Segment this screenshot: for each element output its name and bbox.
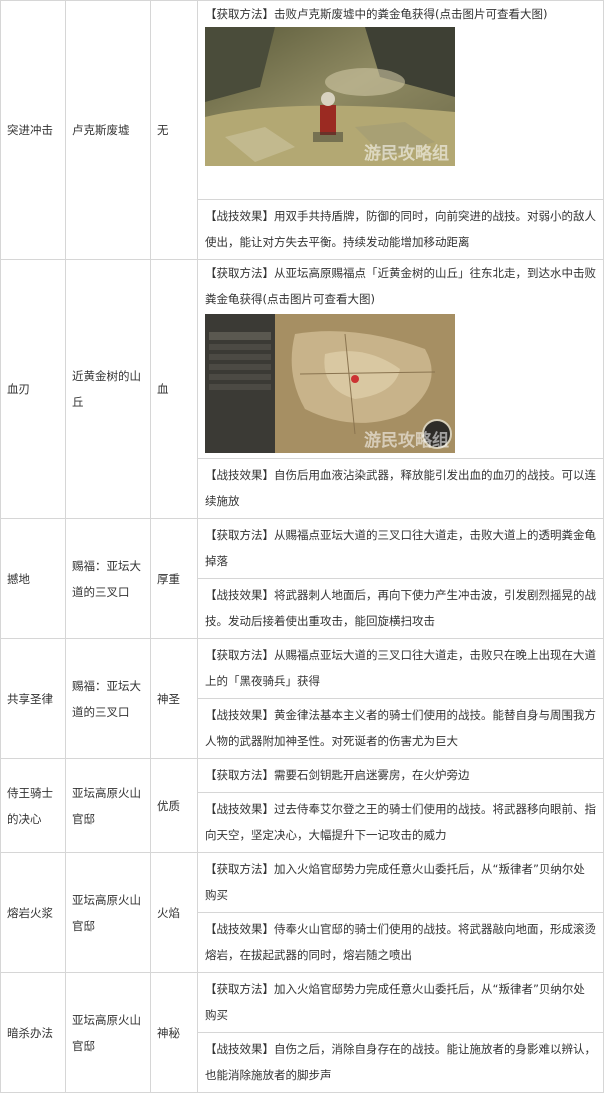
effect-text: 【战技效果】侍奉火山官邸的骑士们使用的战技。将武器敲向地面，形成滚烫熔岩，在拔起… (205, 922, 596, 962)
method-section: 【获取方法】需要石剑钥匙开启迷雾房，在火炉旁边 (198, 759, 603, 793)
method-text: 【获取方法】从赐福点亚坛大道的三叉口往大道走，击败大道上的透明粪金龟掉落 (205, 528, 596, 568)
effect-text: 【战技效果】自伤后用血液沾染武器，释放能引发出血的血刃的战技。可以连续施放 (205, 468, 596, 508)
effect-section: 【战技效果】自伤之后，消除自身存在的战技。能让施放者的身影难以辨认，也能消除施放… (198, 1033, 603, 1092)
skill-detail: 【获取方法】击败卢克斯废墟中的粪金龟获得(点击图片可查看大图) 游民攻略组 【战… (197, 0, 604, 260)
effect-section: 【战技效果】自伤后用血液沾染武器，释放能引发出血的血刃的战技。可以连续施放 (198, 459, 603, 518)
skills-table: 突进冲击 卢克斯废墟 无 【获取方法】击败卢克斯废墟中的粪金龟获得(点击图片可查… (0, 0, 604, 1093)
effect-section: 【战技效果】用双手共持盾牌，防御的同时，向前突进的战技。对弱小的敌人使出，能让对… (198, 200, 603, 259)
skill-detail: 【获取方法】从赐福点亚坛大道的三叉口往大道走，击败只在晚上出现在大道上的「黑夜骑… (197, 638, 604, 759)
skill-detail: 【获取方法】加入火焰官邸势力完成任意火山委托后，从“叛律者”贝纳尔处购买 【战技… (197, 972, 604, 1093)
skill-affinity: 优质 (150, 758, 198, 853)
method-text: 【获取方法】需要石剑钥匙开启迷雾房，在火炉旁边 (205, 768, 470, 782)
skill-name: 暗杀办法 (0, 972, 66, 1093)
method-section: 【获取方法】击败卢克斯废墟中的粪金龟获得(点击图片可查看大图) 游民攻略组 (198, 1, 603, 200)
skill-affinity: 厚重 (150, 518, 198, 639)
skill-detail: 【获取方法】需要石剑钥匙开启迷雾房，在火炉旁边 【战技效果】过去侍奉艾尔登之王的… (197, 758, 604, 853)
skill-affinity: 无 (150, 0, 198, 260)
skill-name: 熔岩火浆 (0, 852, 66, 973)
effect-text: 【战技效果】自伤之后，消除自身存在的战技。能让施放者的身影难以辨认，也能消除施放… (205, 1042, 596, 1082)
skill-location: 亚坛高原火山官邸 (65, 852, 151, 973)
method-text: 【获取方法】加入火焰官邸势力完成任意火山委托后，从“叛律者”贝纳尔处购买 (205, 982, 585, 1022)
effect-text: 【战技效果】将武器刺人地面后，再向下使力产生冲击波，引发剧烈摇晃的战技。发动后接… (205, 588, 596, 628)
skill-detail: 【获取方法】从赐福点亚坛大道的三叉口往大道走，击败大道上的透明粪金龟掉落 【战技… (197, 518, 604, 639)
table-row: 侍王骑士的决心 亚坛高原火山官邸 优质 【获取方法】需要石剑钥匙开启迷雾房，在火… (0, 758, 604, 853)
method-text: 【获取方法】击败卢克斯废墟中的粪金龟获得(点击图片可查看大图) (205, 7, 548, 21)
skill-name: 突进冲击 (0, 0, 66, 260)
skill-affinity: 神圣 (150, 638, 198, 759)
skill-detail: 【获取方法】从亚坛高原赐福点「近黄金树的山丘」往东北走，到达水中击败粪金龟获得(… (197, 259, 604, 519)
effect-text: 【战技效果】黄金律法基本主义者的骑士们使用的战技。能替自身与周围我方人物的武器附… (205, 708, 596, 748)
skill-location: 卢克斯废墟 (65, 0, 151, 260)
skill-name: 血刃 (0, 259, 66, 519)
effect-text: 【战技效果】过去侍奉艾尔登之王的骑士们使用的战技。将武器移向眼前、指向天空，坚定… (205, 802, 596, 842)
map-screenshot[interactable]: 游民攻略组 (205, 314, 455, 453)
method-section: 【获取方法】加入火焰官邸势力完成任意火山委托后，从“叛律者”贝纳尔处购买 (198, 853, 603, 913)
effect-section: 【战技效果】将武器刺人地面后，再向下使力产生冲击波，引发剧烈摇晃的战技。发动后接… (198, 579, 603, 638)
method-section: 【获取方法】从赐福点亚坛大道的三叉口往大道走，击败大道上的透明粪金龟掉落 (198, 519, 603, 579)
skill-location: 赐福：亚坛大道的三叉口 (65, 518, 151, 639)
table-row: 血刃 近黄金树的山丘 血 【获取方法】从亚坛高原赐福点「近黄金树的山丘」往东北走… (0, 259, 604, 519)
method-section: 【获取方法】从亚坛高原赐福点「近黄金树的山丘」往东北走，到达水中击败粪金龟获得(… (198, 260, 603, 459)
method-section: 【获取方法】从赐福点亚坛大道的三叉口往大道走，击败只在晚上出现在大道上的「黑夜骑… (198, 639, 603, 699)
location-screenshot[interactable]: 游民攻略组 (205, 27, 455, 166)
table-row: 突进冲击 卢克斯废墟 无 【获取方法】击败卢克斯废墟中的粪金龟获得(点击图片可查… (0, 0, 604, 260)
image-watermark: 游民攻略组 (364, 144, 449, 164)
skill-name: 共享圣律 (0, 638, 66, 759)
skill-location: 亚坛高原火山官邸 (65, 972, 151, 1093)
skill-location: 亚坛高原火山官邸 (65, 758, 151, 853)
skill-affinity: 神秘 (150, 972, 198, 1093)
method-text: 【获取方法】从赐福点亚坛大道的三叉口往大道走，击败只在晚上出现在大道上的「黑夜骑… (205, 648, 596, 688)
effect-text: 【战技效果】用双手共持盾牌，防御的同时，向前突进的战技。对弱小的敌人使出，能让对… (205, 209, 596, 249)
method-text: 【获取方法】从亚坛高原赐福点「近黄金树的山丘」往东北走，到达水中击败粪金龟获得(… (205, 266, 596, 306)
skill-detail: 【获取方法】加入火焰官邸势力完成任意火山委托后，从“叛律者”贝纳尔处购买 【战技… (197, 852, 604, 973)
table-row: 暗杀办法 亚坛高原火山官邸 神秘 【获取方法】加入火焰官邸势力完成任意火山委托后… (0, 972, 604, 1093)
effect-section: 【战技效果】过去侍奉艾尔登之王的骑士们使用的战技。将武器移向眼前、指向天空，坚定… (198, 793, 603, 852)
effect-section: 【战技效果】侍奉火山官邸的骑士们使用的战技。将武器敲向地面，形成滚烫熔岩，在拔起… (198, 913, 603, 972)
method-section: 【获取方法】加入火焰官邸势力完成任意火山委托后，从“叛律者”贝纳尔处购买 (198, 973, 603, 1033)
skill-name: 侍王骑士的决心 (0, 758, 66, 853)
effect-section: 【战技效果】黄金律法基本主义者的骑士们使用的战技。能替自身与周围我方人物的武器附… (198, 699, 603, 758)
skill-name: 撼地 (0, 518, 66, 639)
skill-location: 近黄金树的山丘 (65, 259, 151, 519)
table-row: 共享圣律 赐福：亚坛大道的三叉口 神圣 【获取方法】从赐福点亚坛大道的三叉口往大… (0, 638, 604, 759)
skill-affinity: 血 (150, 259, 198, 519)
skill-location: 赐福：亚坛大道的三叉口 (65, 638, 151, 759)
skill-affinity: 火焰 (150, 852, 198, 973)
table-row: 熔岩火浆 亚坛高原火山官邸 火焰 【获取方法】加入火焰官邸势力完成任意火山委托后… (0, 852, 604, 973)
image-watermark: 游民攻略组 (364, 431, 449, 451)
table-row: 撼地 赐福：亚坛大道的三叉口 厚重 【获取方法】从赐福点亚坛大道的三叉口往大道走… (0, 518, 604, 639)
method-text: 【获取方法】加入火焰官邸势力完成任意火山委托后，从“叛律者”贝纳尔处购买 (205, 862, 585, 902)
